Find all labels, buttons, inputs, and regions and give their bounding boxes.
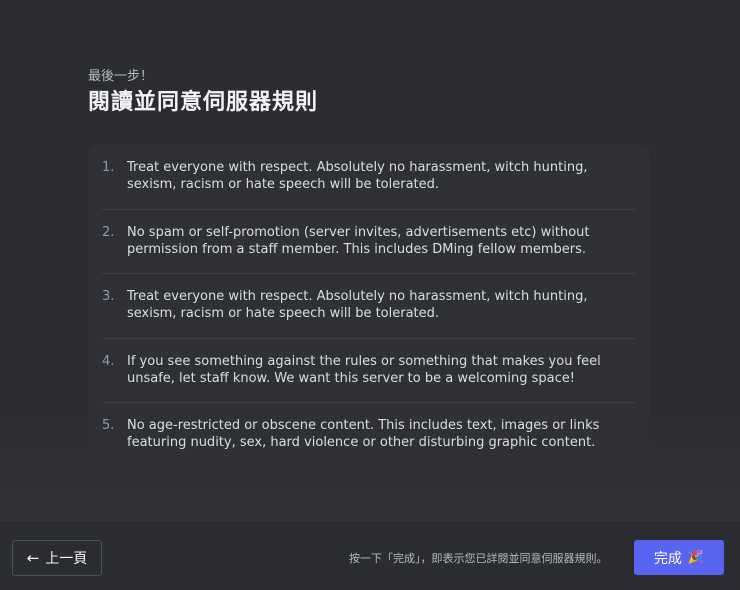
header: 最後一步！ 閱讀並同意伺服器規則 [88,68,318,118]
rule-item: 2. No spam or self-promotion (server inv… [102,210,635,274]
rule-number: 1. [102,160,115,175]
finish-button[interactable]: 完成 🎉 [634,540,724,575]
rule-item: 1. Treat everyone with respect. Absolute… [102,145,635,210]
rule-text: No age-restricted or obscene content. Th… [127,418,600,450]
rule-number: 2. [102,224,115,240]
page-title: 閱讀並同意伺服器規則 [88,90,319,115]
rule-number: 3. [102,289,115,304]
footer-bar: ← 上一頁 按一下「完成」，即表示您已詳閱並同意伺服器規則。 完成 🎉 [0,521,740,590]
arrow-left-icon: ← [26,549,40,567]
finish-button-label: 完成 [653,550,682,567]
rule-text: No spam or self-promotion (server invite… [127,224,590,257]
rule-text: Treat everyone with respect. Absolutely … [127,289,588,321]
rule-text: Treat everyone with respect. Absolutely … [127,160,588,192]
rule-number: 5. [102,418,115,433]
rules-list: 1. Treat everyone with respect. Absolute… [88,145,649,466]
rule-number: 4. [102,353,115,369]
rule-item: 4. If you see something against the rule… [102,339,635,403]
rule-text: If you see something against the rules o… [127,353,601,386]
back-button[interactable]: ← 上一頁 [12,540,102,576]
back-button-label: 上一頁 [45,551,88,567]
eyebrow-text: 最後一步！ [88,69,154,84]
party-popper-icon: 🎉 [687,550,705,565]
rule-item: 5. No age-restricted or obscene content.… [102,403,635,468]
agreement-hint: 按一下「完成」，即表示您已詳閱並同意伺服器規則。 [349,552,608,565]
rule-item: 3. Treat everyone with respect. Absolute… [102,274,635,339]
